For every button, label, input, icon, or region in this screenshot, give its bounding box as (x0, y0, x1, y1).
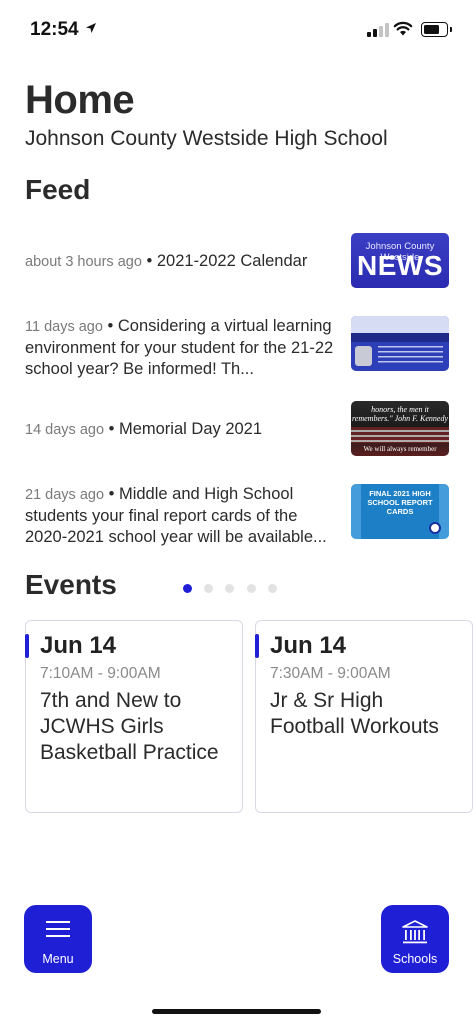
feed-item-virtual-learning[interactable]: 11 days ago • Considering a virtual lear… (25, 316, 449, 378)
location-arrow-icon (86, 23, 96, 33)
event-time: 7:30AM - 9:00AM (270, 665, 391, 682)
event-accent-bar (255, 634, 259, 658)
event-card[interactable]: Jun 14 7:10AM - 9:00AM 7th and New to JC… (25, 620, 243, 813)
pager-dot[interactable] (247, 584, 256, 593)
feed-item-time: 11 days ago (25, 319, 103, 335)
schools-button[interactable]: Schools (381, 905, 449, 973)
events-heading: Events (25, 569, 117, 600)
wifi-icon (393, 21, 413, 36)
status-time: 12:54 (30, 19, 79, 40)
mascot-icon (429, 522, 441, 534)
event-date: Jun 14 (270, 632, 347, 659)
feed-item-report-cards[interactable]: 21 days ago • Middle and High School stu… (25, 484, 449, 546)
feed-item-time: 14 days ago (25, 422, 105, 438)
school-building-icon (402, 920, 428, 944)
page-title: Home (25, 78, 135, 122)
school-name: Johnson County Westside High School (25, 127, 388, 150)
event-accent-bar (25, 634, 29, 658)
feed-item-time: 21 days ago (25, 487, 105, 503)
hamburger-menu-icon (46, 921, 70, 937)
feed-item-text: about 3 hours ago • 2021-2022 Calendar (25, 252, 308, 270)
pager-dot[interactable] (225, 584, 234, 593)
memorial-day-thumbnail: honors, the men it remembers." John F. K… (351, 401, 449, 456)
event-name: Jr & Sr High Football Workouts (270, 689, 439, 738)
feed-item-memorial-day[interactable]: 14 days ago • Memorial Day 2021 honors, … (25, 401, 449, 459)
home-indicator[interactable] (152, 1009, 321, 1014)
schools-label: Schools (392, 952, 438, 966)
menu-button[interactable]: Menu (24, 905, 92, 973)
feed-item-time: about 3 hours ago (25, 254, 142, 270)
event-name: 7th and New to JCWHS Girls Basketball Pr… (40, 689, 219, 764)
feed-item-title: Memorial Day 2021 (118, 420, 263, 438)
digital-learning-plan-thumbnail (351, 316, 449, 371)
menu-label: Menu (42, 952, 74, 966)
pager-dot[interactable] (268, 584, 277, 593)
feed-item-text: 11 days ago • Considering a virtual lear… (25, 317, 334, 378)
status-bar: 12:54 (0, 0, 473, 60)
event-card[interactable]: Jun 14 7:30AM - 9:00AM Jr & Sr High Foot… (255, 620, 473, 813)
event-time: 7:10AM - 9:00AM (40, 665, 161, 682)
news-thumbnail: Johnson County Westside NEWS (351, 233, 449, 288)
feed-item-text: 21 days ago • Middle and High School stu… (25, 485, 327, 546)
battery-icon (421, 22, 452, 37)
feed-item-text: 14 days ago • Memorial Day 2021 (25, 420, 263, 438)
report-cards-thumbnail: FINAL 2021 HIGH SCHOOL REPORT CARDS (351, 484, 449, 539)
pager-dot[interactable] (183, 584, 192, 593)
feed-item-calendar[interactable]: about 3 hours ago • 2021-2022 Calendar J… (25, 233, 449, 291)
feed-item-title: 2021-2022 Calendar (156, 252, 308, 270)
event-date: Jun 14 (40, 632, 117, 659)
pager-dot[interactable] (204, 584, 213, 593)
cellular-signal-icon (367, 23, 389, 37)
feed-heading: Feed (25, 174, 91, 205)
